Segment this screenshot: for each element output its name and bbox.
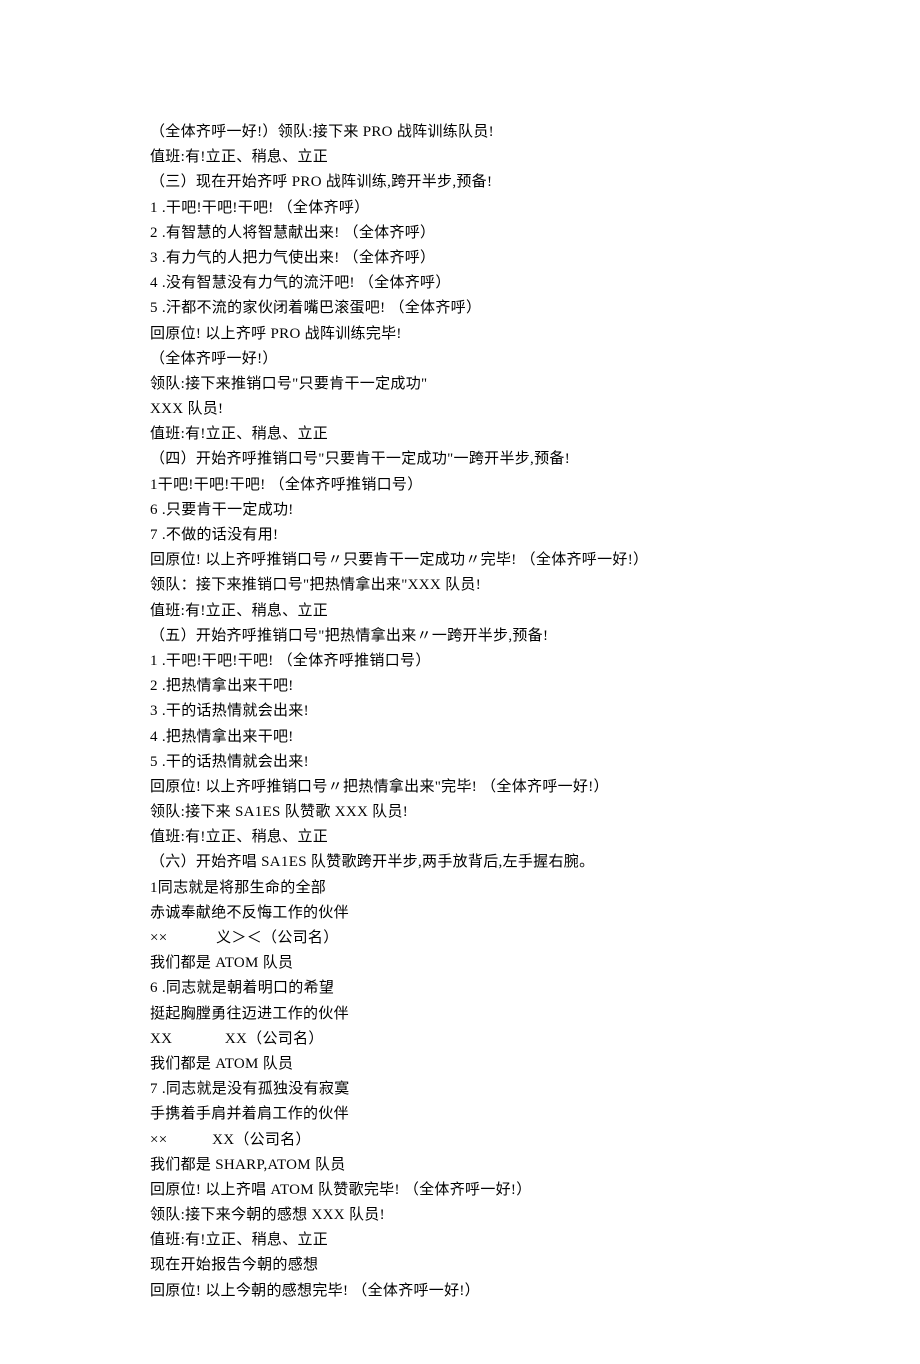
text-line: 4 .把热情拿出来干吧! — [150, 725, 790, 750]
document-page: （全体齐呼一好!）领队:接下来 PRO 战阵训练队员!值班:有!立正、稍息、立正… — [0, 0, 920, 1364]
text-line: 我们都是 ATOM 队员 — [150, 1052, 790, 1077]
text-line: 6 .只要肯干一定成功! — [150, 498, 790, 523]
text-line: 回原位! 以上齐呼推销口号〃把热情拿出来"完毕! （全体齐呼一好!） — [150, 775, 790, 800]
text-line: 7 .不做的话没有用! — [150, 523, 790, 548]
text-line: 我们都是 ATOM 队员 — [150, 951, 790, 976]
text-line: 值班:有!立正、稍息、立正 — [150, 422, 790, 447]
text-line: （四）开始齐呼推销口号"只要肯干一定成功"一跨开半步,预备! — [150, 447, 790, 472]
text-line: （五）开始齐呼推销口号"把热情拿出来〃一跨开半步,预备! — [150, 624, 790, 649]
text-line: 1 .干吧!干吧!干吧! （全体齐呼推销口号） — [150, 649, 790, 674]
text-line: 5 .汗都不流的家伙闭着嘴巴滚蛋吧! （全体齐呼） — [150, 296, 790, 321]
text-line: 7 .同志就是没有孤独没有寂寞 — [150, 1077, 790, 1102]
text-line: 挺起胸膛勇往迈进工作的伙伴 — [150, 1002, 790, 1027]
text-line: 3 .有力气的人把力气使出来! （全体齐呼） — [150, 246, 790, 271]
text-line: 4 .没有智慧没有力气的流汗吧! （全体齐呼） — [150, 271, 790, 296]
text-line: 领队:接下来推销口号"只要肯干一定成功" — [150, 372, 790, 397]
text-line: （三）现在开始齐呼 PRO 战阵训练,跨开半步,预备! — [150, 170, 790, 195]
text-line: XXX 队员! — [150, 397, 790, 422]
text-line: （全体齐呼一好!）领队:接下来 PRO 战阵训练队员! — [150, 120, 790, 145]
text-line: 值班:有!立正、稍息、立正 — [150, 599, 790, 624]
text-line: 我们都是 SHARP,ATOM 队员 — [150, 1153, 790, 1178]
text-line: 领队:接下来 SA1ES 队赞歌 XXX 队员! — [150, 800, 790, 825]
text-line: 领队：接下来推销口号"把热情拿出来"XXX 队员! — [150, 573, 790, 598]
text-line: （全体齐呼一好!） — [150, 347, 790, 372]
text-line: 回原位! 以上齐呼 PRO 战阵训练完毕! — [150, 322, 790, 347]
text-line: （六）开始齐唱 SA1ES 队赞歌跨开半步,两手放背后,左手握右腕。 — [150, 850, 790, 875]
document-body: （全体齐呼一好!）领队:接下来 PRO 战阵训练队员!值班:有!立正、稍息、立正… — [150, 120, 790, 1304]
text-line: 手携着手肩并着肩工作的伙伴 — [150, 1102, 790, 1127]
text-line: 回原位! 以上齐呼推销口号〃只要肯干一定成功〃完毕! （全体齐呼一好!） — [150, 548, 790, 573]
text-line: 领队:接下来今朝的感想 XXX 队员! — [150, 1203, 790, 1228]
text-line: 回原位! 以上今朝的感想完毕! （全体齐呼一好!） — [150, 1279, 790, 1304]
text-line: 赤诚奉献绝不反悔工作的伙伴 — [150, 901, 790, 926]
text-line: 值班:有!立正、稍息、立正 — [150, 145, 790, 170]
text-line: 2 .有智慧的人将智慧献出来! （全体齐呼） — [150, 221, 790, 246]
text-line: ×× XX（公司名） — [150, 1128, 790, 1153]
text-line: 回原位! 以上齐唱 ATOM 队赞歌完毕! （全体齐呼一好!） — [150, 1178, 790, 1203]
text-line: ×× 义＞＜（公司名） — [150, 926, 790, 951]
text-line: 6 .同志就是朝着明口的希望 — [150, 976, 790, 1001]
text-line: XX XX（公司名） — [150, 1027, 790, 1052]
text-line: 2 .把热情拿出来干吧! — [150, 674, 790, 699]
text-line: 值班:有!立正、稍息、立正 — [150, 1228, 790, 1253]
text-line: 现在开始报告今朝的感想 — [150, 1253, 790, 1278]
text-line: 3 .干的话热情就会出来! — [150, 699, 790, 724]
text-line: 值班:有!立正、稍息、立正 — [150, 825, 790, 850]
text-line: 1同志就是将那生命的全部 — [150, 876, 790, 901]
text-line: 1 .干吧!干吧!干吧! （全体齐呼） — [150, 196, 790, 221]
text-line: 1干吧!干吧!干吧! （全体齐呼推销口号） — [150, 473, 790, 498]
text-line: 5 .干的话热情就会出来! — [150, 750, 790, 775]
